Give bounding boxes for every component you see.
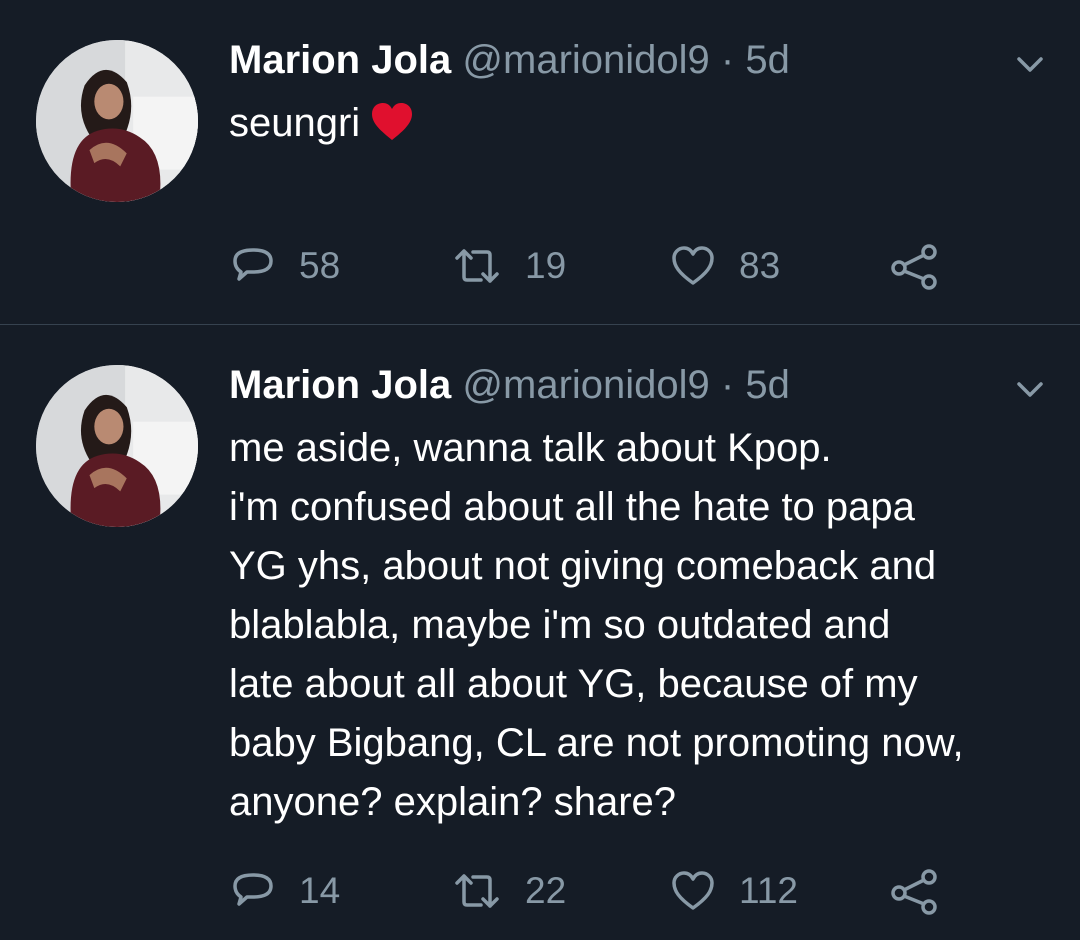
tweet-text-line: me aside, wanna talk about Kpop. [229,426,832,470]
tweet-text-content: seungri [229,101,361,145]
display-name[interactable]: Marion Jola [229,38,451,82]
retweet-count: 19 [525,245,567,286]
tweet-header: Marion Jola @marionidol9 · 5d [229,36,790,84]
tweet-text-line: anyone? explain? share? [229,780,677,824]
avatar[interactable] [36,365,198,527]
like-count: 83 [739,245,781,286]
like-count: 112 [739,870,798,911]
like-button[interactable]: 112 [669,867,798,915]
user-handle[interactable]: @marionidol9 [462,363,709,407]
avatar[interactable] [36,40,198,202]
user-handle[interactable]: @marionidol9 [462,38,709,82]
tweet-text-line: late about all about YG, because of my [229,662,918,706]
share-button[interactable] [889,242,941,290]
separator-dot: · [720,363,735,407]
retweet-button[interactable]: 19 [451,242,566,290]
chevron-down-icon[interactable] [1014,48,1046,80]
timestamp[interactable]: 5d [745,363,790,407]
tweet-header: Marion Jola @marionidol9 · 5d [229,361,790,409]
tweet-text-line: YG yhs, about not giving comeback and [229,544,937,588]
tweet-text: seungri [229,94,1049,153]
red-heart-emoji [370,100,414,140]
retweet-icon [451,867,503,915]
retweet-count: 22 [525,870,567,911]
like-icon [669,242,717,290]
reply-count: 58 [299,245,341,286]
tweet-text-line: seungri [229,94,1049,153]
tweet[interactable]: Marion Jola @marionidol9 · 5d me aside, … [0,325,1080,940]
tweet[interactable]: Marion Jola @marionidol9 · 5d seungri 58… [0,0,1080,325]
chevron-down-icon[interactable] [1014,373,1046,405]
reply-icon [229,867,277,915]
retweet-icon [451,242,503,290]
avatar-photo [36,40,198,202]
reply-count: 14 [299,870,341,911]
timestamp[interactable]: 5d [745,38,790,82]
tweet-text-line: baby Bigbang, CL are not promoting now, [229,721,964,765]
share-button[interactable] [889,867,941,915]
retweet-button[interactable]: 22 [451,867,566,915]
reply-button[interactable]: 14 [229,867,340,915]
reply-button[interactable]: 58 [229,242,340,290]
tweet-text-line: blablabla, maybe i'm so outdated and [229,603,891,647]
like-button[interactable]: 83 [669,242,780,290]
share-icon [889,242,941,290]
like-icon [669,867,717,915]
separator-dot: · [720,38,735,82]
avatar-photo [36,365,198,527]
reply-icon [229,242,277,290]
display-name[interactable]: Marion Jola [229,363,451,407]
tweet-text: me aside, wanna talk about Kpop. i'm con… [229,419,1049,832]
share-icon [889,867,941,915]
tweet-text-line: i'm confused about all the hate to papa [229,485,915,529]
